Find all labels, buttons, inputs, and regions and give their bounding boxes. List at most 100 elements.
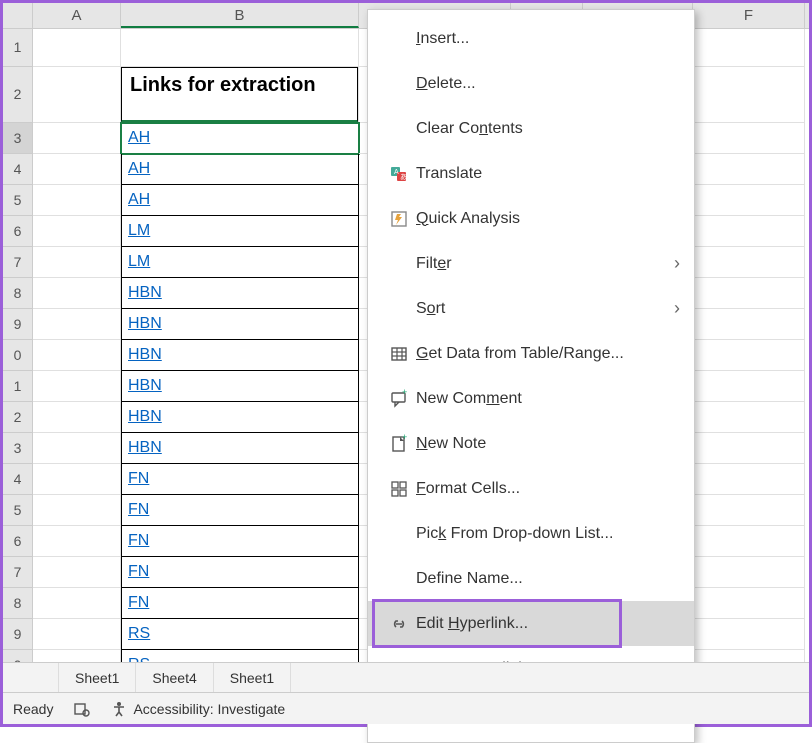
hyperlink[interactable]: FN — [128, 532, 149, 549]
menu-item-pick-list[interactable]: Pick From Drop-down List... — [368, 511, 694, 556]
cell-F17[interactable] — [693, 557, 805, 588]
cell-A4[interactable] — [33, 154, 121, 185]
menu-item-clear-contents[interactable]: Clear Contents — [368, 106, 694, 151]
cell-A1[interactable] — [33, 29, 121, 67]
row-header[interactable]: 4 — [3, 464, 33, 495]
row-header[interactable]: 8 — [3, 278, 33, 309]
row-header[interactable]: 6 — [3, 526, 33, 557]
cell-F1[interactable] — [693, 29, 805, 67]
hyperlink[interactable]: HBN — [128, 439, 162, 456]
row-header[interactable]: 9 — [3, 309, 33, 340]
tab-nav-area[interactable] — [3, 663, 59, 692]
cell-B7[interactable]: LM — [121, 247, 359, 278]
row-header[interactable]: 1 — [3, 371, 33, 402]
cell-A15[interactable] — [33, 495, 121, 526]
cell-B3[interactable]: AH — [121, 123, 359, 154]
col-header-A[interactable]: A — [33, 3, 121, 28]
row-header[interactable]: 4 — [3, 154, 33, 185]
row-header[interactable]: 3 — [3, 433, 33, 464]
menu-item-new-note[interactable]: +New Note — [368, 421, 694, 466]
cell-B4[interactable]: AH — [121, 154, 359, 185]
col-header-F[interactable]: F — [693, 3, 805, 28]
row-header[interactable]: 1 — [3, 29, 33, 67]
cell-A10[interactable] — [33, 340, 121, 371]
row-header[interactable]: 2 — [3, 402, 33, 433]
cell-F5[interactable] — [693, 185, 805, 216]
col-header-B[interactable]: B — [121, 3, 359, 28]
cell-F15[interactable] — [693, 495, 805, 526]
cell-B10[interactable]: HBN — [121, 340, 359, 371]
menu-item-filter[interactable]: Filter› — [368, 241, 694, 286]
cell-F14[interactable] — [693, 464, 805, 495]
hyperlink[interactable]: FN — [128, 563, 149, 580]
cell-F10[interactable] — [693, 340, 805, 371]
cell-F19[interactable] — [693, 619, 805, 650]
cell-A14[interactable] — [33, 464, 121, 495]
menu-item-quick-analysis[interactable]: Quick Analysis — [368, 196, 694, 241]
cell-B12[interactable]: HBN — [121, 402, 359, 433]
menu-item-translate[interactable]: AあTranslate — [368, 151, 694, 196]
menu-item-new-comment[interactable]: +New Comment — [368, 376, 694, 421]
hyperlink[interactable]: HBN — [128, 377, 162, 394]
row-header[interactable]: 8 — [3, 588, 33, 619]
cell-A18[interactable] — [33, 588, 121, 619]
cell-A13[interactable] — [33, 433, 121, 464]
cell-B17[interactable]: FN — [121, 557, 359, 588]
cell-B8[interactable]: HBN — [121, 278, 359, 309]
menu-item-format-cells[interactable]: Format Cells... — [368, 466, 694, 511]
cell-F18[interactable] — [693, 588, 805, 619]
select-all-corner[interactable] — [3, 3, 33, 28]
hyperlink[interactable]: HBN — [128, 408, 162, 425]
cell-B18[interactable]: FN — [121, 588, 359, 619]
cell-F7[interactable] — [693, 247, 805, 278]
sheet-tab[interactable]: Sheet1 — [214, 663, 291, 692]
hyperlink[interactable]: LM — [128, 253, 150, 270]
menu-item-delete[interactable]: Delete... — [368, 61, 694, 106]
cell-B15[interactable]: FN — [121, 495, 359, 526]
cell-A3[interactable] — [33, 123, 121, 154]
macro-record-icon[interactable] — [71, 700, 93, 718]
row-header[interactable]: 7 — [3, 557, 33, 588]
cell-B5[interactable]: AH — [121, 185, 359, 216]
hyperlink[interactable]: FN — [128, 501, 149, 518]
menu-item-edit-hyperlink[interactable]: Edit Hyperlink... — [368, 601, 694, 646]
cell-F9[interactable] — [693, 309, 805, 340]
cell-F11[interactable] — [693, 371, 805, 402]
cell-F13[interactable] — [693, 433, 805, 464]
cell-B1[interactable] — [121, 29, 359, 67]
row-header[interactable]: 5 — [3, 495, 33, 526]
cell-B9[interactable]: HBN — [121, 309, 359, 340]
cell-B2[interactable]: Links for extraction — [121, 67, 359, 123]
cell-A19[interactable] — [33, 619, 121, 650]
row-header[interactable]: 3 — [3, 123, 33, 154]
cell-A7[interactable] — [33, 247, 121, 278]
menu-item-insert[interactable]: Insert... — [368, 16, 694, 61]
cell-F4[interactable] — [693, 154, 805, 185]
hyperlink[interactable]: AH — [128, 191, 150, 208]
cell-F3[interactable] — [693, 123, 805, 154]
cell-A16[interactable] — [33, 526, 121, 557]
hyperlink[interactable]: FN — [128, 470, 149, 487]
row-header[interactable]: 5 — [3, 185, 33, 216]
cell-A9[interactable] — [33, 309, 121, 340]
row-header[interactable]: 2 — [3, 67, 33, 123]
sheet-tab[interactable]: Sheet1 — [59, 663, 136, 692]
cell-F6[interactable] — [693, 216, 805, 247]
hyperlink[interactable]: FN — [128, 594, 149, 611]
cell-A17[interactable] — [33, 557, 121, 588]
cell-A12[interactable] — [33, 402, 121, 433]
row-header[interactable]: 6 — [3, 216, 33, 247]
cell-A2[interactable] — [33, 67, 121, 123]
row-header[interactable]: 7 — [3, 247, 33, 278]
cell-B11[interactable]: HBN — [121, 371, 359, 402]
hyperlink[interactable]: HBN — [128, 284, 162, 301]
cell-F16[interactable] — [693, 526, 805, 557]
cell-B13[interactable]: HBN — [121, 433, 359, 464]
cell-B19[interactable]: RS — [121, 619, 359, 650]
cell-B16[interactable]: FN — [121, 526, 359, 557]
hyperlink[interactable]: HBN — [128, 346, 162, 363]
row-header[interactable]: 9 — [3, 619, 33, 650]
cell-A8[interactable] — [33, 278, 121, 309]
menu-item-define-name[interactable]: Define Name... — [368, 556, 694, 601]
cell-B14[interactable]: FN — [121, 464, 359, 495]
